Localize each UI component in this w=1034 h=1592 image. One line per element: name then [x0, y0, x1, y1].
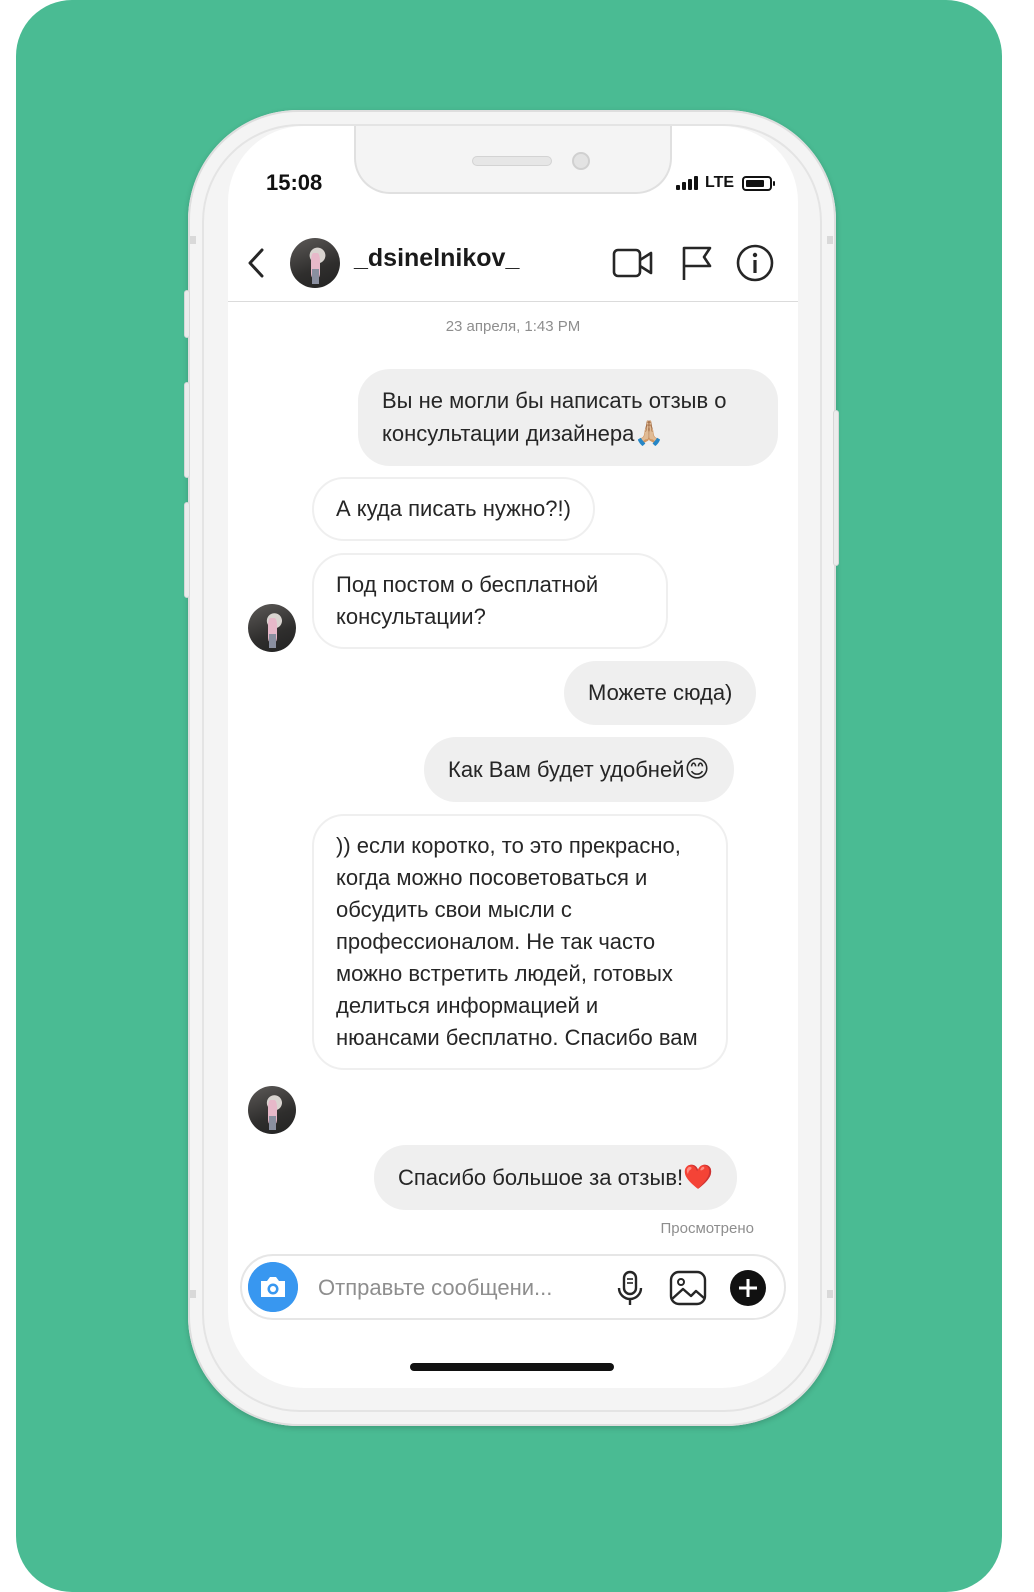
status-indicators: LTE	[676, 174, 776, 192]
message-text: Как Вам будет удобней	[448, 757, 685, 782]
status-time: 15:08	[266, 170, 323, 195]
network-label: LTE	[705, 174, 735, 191]
volume-up-button	[184, 382, 190, 478]
message-bubble[interactable]: Можете сюда)	[564, 661, 757, 725]
message-bubble[interactable]: )) если коротко, то это прекрасно, когда…	[312, 814, 728, 1070]
antenna-band	[190, 236, 196, 244]
gallery-icon[interactable]	[668, 1268, 708, 1308]
message-text: Вы не могли бы написать отзыв о консульт…	[382, 388, 727, 446]
home-indicator	[410, 1363, 614, 1371]
message-text: )) если коротко, то это прекрасно, когда…	[336, 833, 698, 1050]
avatar[interactable]	[248, 604, 296, 652]
message-bubble[interactable]: Спасибо большое за отзыв!❤️	[374, 1145, 738, 1210]
message-bubble[interactable]: Под постом о бесплатной консультации?	[312, 553, 668, 649]
message-text: Под постом о бесплатной консультации?	[336, 572, 599, 629]
phone-screen: 15:08 LTE _dsinelnikov_ 23 апреля, 1:43 …	[228, 126, 798, 1388]
avatar[interactable]	[248, 1086, 296, 1134]
message-text: Можете сюда)	[588, 680, 733, 705]
back-icon[interactable]	[242, 246, 270, 280]
signal-icon	[676, 176, 698, 190]
power-button	[833, 410, 839, 566]
avatar[interactable]	[290, 238, 340, 288]
seen-status: Просмотрено	[660, 1220, 754, 1237]
message-text: Спасибо большое за отзыв!	[398, 1165, 684, 1190]
message-bubble[interactable]: Вы не могли бы написать отзыв о консульт…	[358, 369, 778, 466]
chat-timestamp: 23 апреля, 1:43 PM	[445, 318, 581, 335]
message-bubble[interactable]: Как Вам будет удобней😊	[424, 737, 734, 802]
chat-header: _dsinelnikov_	[228, 226, 798, 302]
video-call-icon[interactable]	[612, 242, 654, 284]
mute-switch	[184, 290, 190, 338]
antenna-band	[827, 236, 833, 244]
front-camera	[572, 152, 590, 170]
antenna-band	[827, 1290, 833, 1298]
plus-icon[interactable]	[728, 1268, 768, 1308]
microphone-icon[interactable]	[610, 1268, 650, 1308]
message-composer	[240, 1254, 786, 1320]
info-icon[interactable]	[734, 242, 776, 284]
praying-hands-emoji: 🙏🏼	[634, 419, 665, 447]
heart-emoji: ❤️	[683, 1163, 714, 1191]
smiling-face-emoji: 😊	[684, 755, 710, 783]
chat-username[interactable]: _dsinelnikov_	[354, 244, 519, 273]
flag-icon[interactable]	[676, 242, 718, 284]
battery-icon	[742, 175, 776, 191]
message-bubble[interactable]: А куда писать нужно?!)	[312, 477, 595, 541]
antenna-band	[190, 1290, 196, 1298]
camera-icon[interactable]	[248, 1262, 298, 1312]
message-text: А куда писать нужно?!)	[336, 496, 571, 521]
message-input[interactable]	[318, 1272, 588, 1304]
volume-down-button	[184, 502, 190, 598]
speaker	[472, 156, 552, 166]
